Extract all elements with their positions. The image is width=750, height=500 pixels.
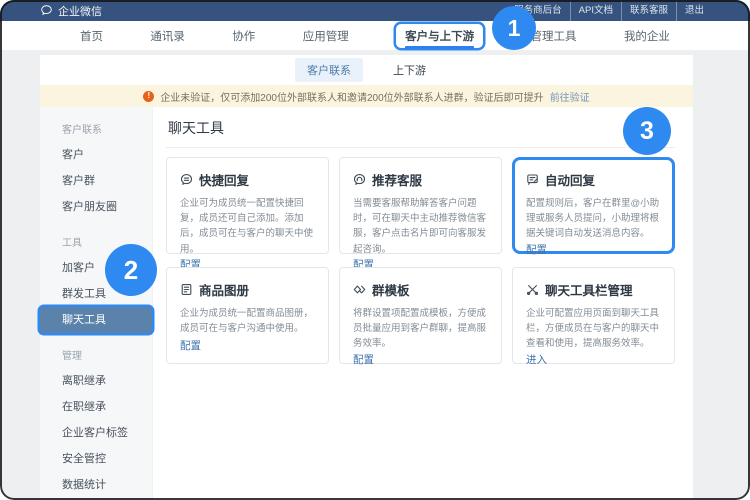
active-tab-underline (405, 46, 474, 49)
card-desc: 企业可为成员统一配置快捷回复，成员还可自己添加。添加后，成员可在与客户的聊天中使… (180, 196, 315, 257)
title-divider (166, 147, 675, 148)
card-title: 自动回复 (545, 170, 595, 189)
top-links: 服务商后台 API文档 联系客服 退出 (506, 0, 712, 21)
card-desc: 将群设置项配置成模板，方便成员批量应用到客户群聊，提高服务效率。 (353, 306, 488, 352)
chat-toolbar-icon (526, 283, 539, 296)
main-area: 聊天工具 快捷回复 企业可为成 (153, 107, 693, 500)
card-title: 快捷回复 (199, 170, 249, 189)
configure-link[interactable]: 配置 (180, 338, 315, 353)
quick-reply-icon (180, 173, 193, 186)
top-link-logout[interactable]: 退出 (676, 0, 712, 21)
sidebar-item-statistics[interactable]: 数据统计 (40, 472, 152, 498)
brand[interactable]: 企业微信 (40, 3, 102, 19)
nav-tab-contacts[interactable]: 通讯录 (150, 21, 185, 50)
card-auto-reply[interactable]: 自动回复 配置规则后，客户在群里@小助理或服务人员提问，小助理将根据关键词自动发… (512, 157, 675, 254)
top-link-contact-support[interactable]: 联系客服 (621, 0, 676, 21)
subtab-customer-contact[interactable]: 客户联系 (295, 58, 363, 82)
sidebar-item-customers[interactable]: 客户 (40, 142, 152, 168)
configure-link[interactable]: 配置 (526, 242, 661, 257)
sidebar-header-customer-contact: 客户联系 (40, 107, 152, 142)
annotation-box-step1: 客户与上下游 (396, 24, 483, 48)
banner-text: 企业未验证，仅可添加200位外部联系人和邀请200位外部联系人进群，验证后即可提… (160, 89, 543, 104)
nav-tab-admin-tools[interactable]: 管理工具 (531, 21, 577, 50)
configure-link[interactable]: 配置 (353, 352, 488, 367)
auto-reply-icon (526, 173, 539, 186)
card-title: 推荐客服 (372, 170, 422, 189)
sidebar-item-resigned-inheritance[interactable]: 离职继承 (40, 368, 152, 394)
sidebar-item-customer-groups[interactable]: 客户群 (40, 168, 152, 194)
product-album-icon (180, 283, 193, 296)
verification-banner: ! 企业未验证，仅可添加200位外部联系人和邀请200位外部联系人进群，验证后即… (40, 85, 693, 107)
enter-link[interactable]: 进入 (526, 352, 661, 367)
card-desc: 企业为成员统一配置商品图册，成员可在与客户沟通中使用。 (180, 306, 315, 336)
group-template-icon (353, 283, 366, 296)
sidebar-item-chat-tools[interactable]: 聊天工具 (40, 307, 152, 333)
card-chat-toolbar-management[interactable]: 聊天工具栏管理 企业可配置应用页面到聊天工具栏，方便成员在与客户的聊天中查看和使… (512, 267, 675, 364)
nav-tab-collaboration[interactable]: 协作 (232, 21, 255, 50)
wechat-work-bubble-icon (40, 4, 53, 17)
sidebar: 客户联系 客户 客户群 客户朋友圈 工具 加客户 群发工具 聊天工具 管理 离职… (40, 107, 153, 500)
card-desc: 当需要客服帮助解答客户问题时，可在聊天中主动推荐微信客服，客户点击名片即可向客服… (353, 196, 488, 257)
page-title: 聊天工具 (166, 120, 675, 136)
nav-tab-my-company[interactable]: 我的企业 (624, 21, 670, 50)
sub-tabs: 客户联系 上下游 (40, 55, 693, 85)
sidebar-item-customer-tags[interactable]: 企业客户标签 (40, 420, 152, 446)
nav-tab-home[interactable]: 首页 (80, 21, 103, 50)
card-product-album[interactable]: 商品图册 企业为成员统一配置商品图册，成员可在与客户沟通中使用。 配置 (166, 267, 329, 364)
content-row: 客户联系 客户 客户群 客户朋友圈 工具 加客户 群发工具 聊天工具 管理 离职… (40, 107, 693, 500)
card-group-template[interactable]: 群模板 将群设置项配置成模板，方便成员批量应用到客户群聊，提高服务效率。 配置 (339, 267, 502, 364)
app-window: 企业微信 服务商后台 API文档 联系客服 退出 首页 通讯录 协作 应用管理 … (0, 0, 750, 500)
main-nav: 首页 通讯录 协作 应用管理 客户与上下游 管理工具 我的企业 (0, 21, 750, 50)
annotation-step-3: 3 (623, 107, 671, 155)
brand-name: 企业微信 (58, 3, 102, 19)
card-title: 商品图册 (199, 280, 249, 299)
card-desc: 企业可配置应用页面到聊天工具栏，方便成员在与客户的聊天中查看和使用，提高服务效率… (526, 306, 661, 352)
sidebar-header-management: 管理 (40, 333, 152, 368)
go-verify-link[interactable]: 前往验证 (550, 89, 590, 104)
sidebar-item-onjob-inheritance[interactable]: 在职继承 (40, 394, 152, 420)
recommend-service-icon (353, 173, 366, 186)
card-title: 群模板 (372, 280, 410, 299)
top-link-api-docs[interactable]: API文档 (570, 0, 621, 21)
nav-tab-app-management[interactable]: 应用管理 (303, 21, 349, 50)
card-recommend-service[interactable]: 推荐客服 当需要客服帮助解答客户问题时，可在聊天中主动推荐微信客服，客户点击名片… (339, 157, 502, 254)
annotation-step-2: 2 (105, 244, 157, 296)
sidebar-item-security-control[interactable]: 安全管控 (40, 446, 152, 472)
card-desc: 配置规则后，客户在群里@小助理或服务人员提问，小助理将根据关键词自动发送消息内容… (526, 196, 661, 242)
feature-cards: 快捷回复 企业可为成员统一配置快捷回复，成员还可自己添加。添加后，成员可在与客户… (166, 157, 675, 364)
annotation-step-1: 1 (492, 6, 536, 50)
card-title: 聊天工具栏管理 (545, 280, 633, 299)
subtab-updownstream[interactable]: 上下游 (381, 58, 438, 82)
top-bar: 企业微信 服务商后台 API文档 联系客服 退出 (0, 0, 750, 21)
warning-icon: ! (143, 91, 154, 102)
sidebar-item-customer-moments[interactable]: 客户朋友圈 (40, 194, 152, 220)
nav-tab-customers-updownstream[interactable]: 客户与上下游 (396, 21, 483, 50)
card-quick-reply[interactable]: 快捷回复 企业可为成员统一配置快捷回复，成员还可自己添加。添加后，成员可在与客户… (166, 157, 329, 254)
